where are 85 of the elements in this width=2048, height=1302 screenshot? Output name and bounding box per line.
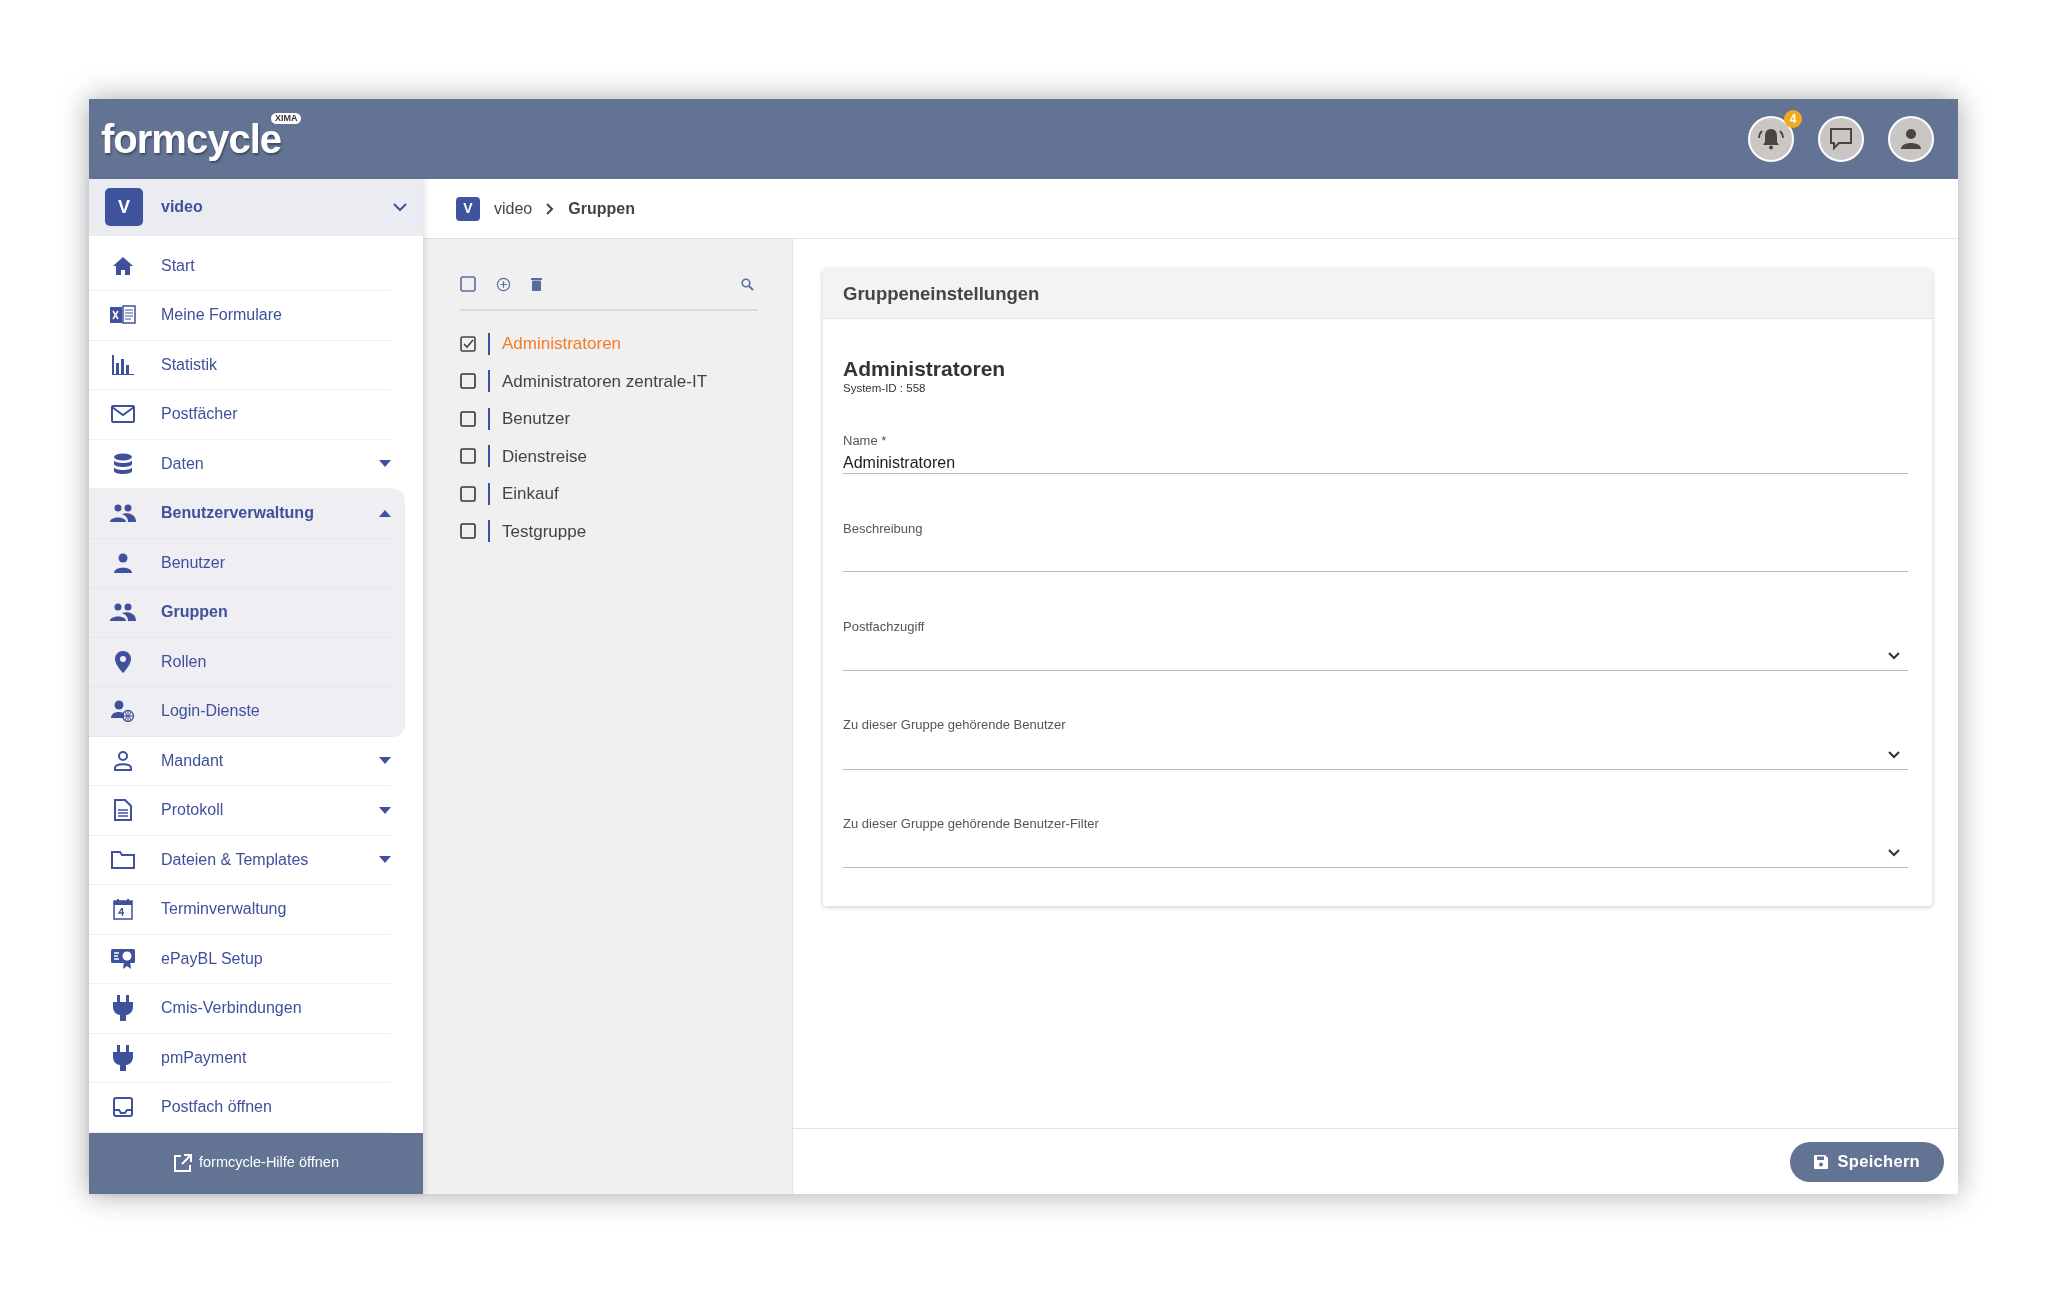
caret-up-icon (379, 509, 391, 517)
chevron-right-icon (546, 202, 555, 215)
project-initial: V (456, 196, 480, 221)
database-icon (113, 452, 133, 475)
bar-chart-icon (112, 354, 134, 375)
sidebar-item[interactable]: Login-Dienste (89, 687, 391, 737)
group-list-item[interactable]: Dienstreise (502, 443, 588, 469)
group-list-item[interactable]: Benutzer (502, 406, 571, 432)
caret-down-icon (379, 806, 391, 814)
checkbox[interactable] (460, 335, 476, 352)
chevron-down-icon (1888, 849, 1900, 858)
chevron-down-icon (1888, 750, 1900, 759)
plug-icon (113, 1044, 133, 1071)
bell-icon (1758, 127, 1784, 151)
group-list-item[interactable]: Einkauf (502, 481, 559, 507)
chevron-down-icon (393, 202, 407, 212)
sidebar-item[interactable]: Mandant (89, 736, 391, 787)
user-menu-button[interactable] (1888, 116, 1934, 162)
field-label: Zu dieser Gruppe gehörende Benutzer (843, 716, 1067, 735)
people-icon (110, 603, 136, 622)
caret-down-icon (379, 856, 391, 864)
system-id: System-ID : 558 (843, 381, 927, 397)
sidebar-item[interactable]: pmPayment (89, 1033, 391, 1084)
project-selector[interactable]: V video (89, 179, 423, 236)
checkbox[interactable] (460, 523, 476, 540)
caret-down-icon (379, 460, 391, 468)
tray-icon (113, 1097, 133, 1118)
text-field[interactable]: Administratoren (843, 452, 1908, 475)
sidebar-item[interactable]: Dateien & Templates (89, 835, 391, 886)
checkbox-icon[interactable] (460, 276, 476, 292)
chevron-down-icon (1888, 652, 1900, 661)
checkbox[interactable] (460, 485, 476, 502)
sidebar-item[interactable]: Terminverwaltung (89, 885, 391, 935)
field-label: Zu dieser Gruppe gehörende Benutzer-Filter (843, 814, 1100, 833)
sidebar-item[interactable]: Postfächer (89, 390, 391, 440)
caret-down-icon (379, 757, 391, 765)
person-outline-icon (113, 750, 133, 771)
home-icon (112, 255, 134, 276)
sidebar-item[interactable]: Benutzerverwaltung (89, 489, 391, 539)
notification-count: 4 (1784, 110, 1802, 128)
help-link[interactable]: formcycle-Hilfe öffnen (173, 1152, 339, 1175)
calendar-icon (113, 898, 133, 921)
group-list-item[interactable]: Administratoren zentrale-IT (502, 368, 708, 394)
plug-icon (113, 995, 133, 1022)
sidebar-item[interactable]: Start (89, 241, 391, 292)
breadcrumb-item: Gruppen (568, 198, 635, 219)
people-icon (110, 504, 136, 523)
project-initial: V (105, 188, 143, 227)
folder-icon (111, 850, 135, 869)
document-icon (114, 799, 132, 822)
group-title: Administratoren (843, 357, 1007, 381)
chat-icon (1829, 127, 1853, 151)
panel-title: Gruppeneinstellungen (823, 269, 1932, 319)
checkbox[interactable] (460, 373, 476, 390)
search-icon[interactable] (741, 277, 754, 291)
save-button[interactable]: Speichern (1789, 1141, 1944, 1182)
sidebar-item[interactable]: Statistik (89, 340, 391, 391)
person-globe-icon (111, 700, 135, 723)
chat-button[interactable] (1818, 116, 1864, 162)
logo-badge: XIMA (271, 113, 302, 124)
sidebar-item[interactable]: Protokoll (89, 786, 391, 836)
person-icon (1900, 128, 1922, 150)
checkbox[interactable] (460, 448, 476, 465)
checkbox[interactable] (460, 410, 476, 427)
field-label: Beschreibung (843, 519, 924, 538)
external-link-icon (173, 1153, 193, 1174)
person-icon (113, 552, 133, 573)
sidebar-item[interactable]: Meine Formulare (89, 291, 391, 341)
add-circle-icon[interactable] (496, 276, 511, 292)
certificate-icon (111, 947, 135, 970)
breadcrumb-item[interactable]: video (494, 196, 533, 221)
form-icon (110, 305, 136, 326)
sidebar-item[interactable]: Rollen (89, 637, 391, 688)
envelope-icon (111, 405, 135, 424)
sidebar-item[interactable]: Benutzer (89, 538, 391, 589)
field-label: Postfachzugiff (843, 617, 926, 636)
group-list-item[interactable]: Testgruppe (502, 518, 587, 544)
sidebar-item[interactable]: Cmis-Verbindungen (89, 984, 391, 1034)
sidebar-item[interactable]: ePayBL Setup (89, 934, 391, 985)
sidebar-item[interactable]: Gruppen (89, 588, 391, 638)
project-name: video (161, 197, 204, 218)
map-pin-icon (115, 650, 131, 673)
trash-icon[interactable] (531, 277, 542, 291)
field-label: Name * (843, 432, 888, 451)
sidebar-item[interactable]: Postfach öffnen (89, 1083, 391, 1133)
